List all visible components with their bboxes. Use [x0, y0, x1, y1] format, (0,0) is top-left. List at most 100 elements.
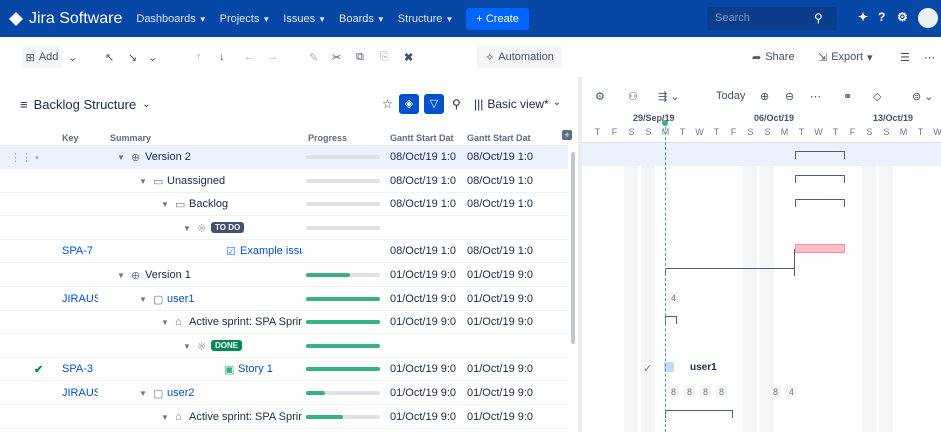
- nav-issues[interactable]: Issues ▼: [283, 13, 326, 25]
- gantt-group-bar[interactable]: [795, 199, 845, 207]
- gantt-start-cell[interactable]: 01/Oct/19 9:0: [390, 363, 460, 375]
- drag-handle-icon[interactable]: ⋮⋮ •: [10, 151, 39, 164]
- gantt-start-cell[interactable]: 01/Oct/19 9:0: [467, 387, 537, 399]
- chevron-down-icon[interactable]: ▼: [117, 271, 125, 280]
- filter-icon[interactable]: ▽: [424, 94, 444, 114]
- today-button[interactable]: Today: [716, 90, 745, 102]
- chevron-down-icon[interactable]: ▼: [183, 224, 191, 233]
- structure-title[interactable]: ≡ Backlog Structure ⌄: [20, 97, 151, 112]
- move-down-icon[interactable]: ↓: [219, 46, 225, 68]
- zoom-in-icon[interactable]: ⊕: [760, 90, 769, 103]
- gantt-group-bar[interactable]: [665, 410, 733, 418]
- cut-icon[interactable]: ✂: [332, 46, 341, 68]
- gantt-start-cell[interactable]: 08/Oct/19 1:0: [390, 245, 460, 257]
- issue-key[interactable]: SPA-7: [62, 245, 98, 257]
- gantt-start-cell[interactable]: 01/Oct/19 9:0: [467, 363, 537, 375]
- resources-icon[interactable]: ⚇: [628, 90, 638, 103]
- table-row[interactable]: ▼ ▭ Unassigned 08/Oct/19 1:0 08/Oct/19 1:0: [0, 169, 568, 193]
- table-row[interactable]: ▼ ⌂ Active sprint: SPA Sprir 01/Oct/19 9:0 0…: [0, 405, 568, 429]
- export-button[interactable]: ⇲ Export ▾: [818, 46, 873, 68]
- table-row[interactable]: ▼ ※ DONE: [0, 334, 568, 358]
- chevron-down-icon[interactable]: ▼: [139, 177, 147, 186]
- gantt-start-cell[interactable]: 01/Oct/19 9:0: [390, 316, 460, 328]
- table-row[interactable]: SPA-7 ☑ Example issu 08/Oct/19 1:0 08/Oct/19…: [0, 239, 568, 264]
- column-header-key[interactable]: Key: [62, 133, 79, 143]
- nav-structure[interactable]: Structure ▼: [398, 13, 454, 25]
- row-summary[interactable]: Story 1: [238, 363, 302, 375]
- outdent-icon[interactable]: ↘: [128, 46, 137, 68]
- gantt-settings-icon[interactable]: ⚙: [595, 90, 605, 103]
- gantt-group-bar[interactable]: [795, 151, 845, 159]
- avatar[interactable]: [918, 8, 938, 28]
- gantt-group-bar[interactable]: [795, 175, 845, 183]
- move-dropdown[interactable]: ⌄: [148, 46, 157, 68]
- more-icon[interactable]: ⋯: [924, 46, 935, 68]
- remove-icon[interactable]: ✖: [404, 46, 413, 68]
- gantt-start-cell[interactable]: 01/Oct/19 9:0: [467, 411, 537, 423]
- table-row[interactable]: ▼ ⊕ Version 1 01/Oct/19 9:0 01/Oct/19 9:0: [0, 263, 568, 287]
- column-header-gantt-start-2[interactable]: Gantt Start Dat: [467, 133, 537, 143]
- gantt-start-cell[interactable]: 08/Oct/19 1:0: [467, 175, 537, 187]
- table-row[interactable]: ▼ ⌂ Active sprint: SPA Sprir 01/Oct/19 9:0 0…: [0, 310, 568, 335]
- automation-button[interactable]: ✧ Automation: [477, 46, 562, 68]
- gantt-start-cell[interactable]: 08/Oct/19 1:0: [467, 198, 537, 210]
- row-summary[interactable]: user2: [167, 387, 302, 399]
- add-column-icon[interactable]: +: [562, 130, 572, 140]
- table-row[interactable]: ✔ SPA-3 ▣ Story 1 01/Oct/19 9:0 01/Oct/19 9:0: [0, 357, 568, 382]
- gantt-start-cell[interactable]: 08/Oct/19 1:0: [390, 198, 460, 210]
- share-button[interactable]: ➦ Share: [752, 46, 795, 68]
- add-button[interactable]: ⊞ Add: [22, 46, 62, 68]
- gantt-start-cell[interactable]: 01/Oct/19 9:0: [390, 411, 460, 423]
- gantt-start-cell[interactable]: 08/Oct/19 1:0: [390, 175, 460, 187]
- gantt-start-cell[interactable]: 01/Oct/19 9:0: [467, 269, 537, 281]
- copy-icon[interactable]: ⧉: [356, 46, 364, 68]
- nav-dashboards[interactable]: Dashboards ▼: [136, 13, 206, 25]
- table-row[interactable]: ⋮⋮ • ▼ ⊕ Version 2 08/Oct/19 1:0 08/Oct/19 1:…: [0, 145, 568, 169]
- table-row[interactable]: JIRAUS ▼ ▢ user2 01/Oct/19 9:0 01/Oct/19 9:0: [0, 381, 568, 405]
- chevron-down-icon[interactable]: ▼: [117, 153, 125, 162]
- column-header-summary[interactable]: Summary: [110, 133, 151, 143]
- row-summary[interactable]: user1: [167, 293, 302, 305]
- gantt-start-cell[interactable]: 01/Oct/19 9:0: [390, 269, 460, 281]
- jira-logo[interactable]: Jira Software: [8, 10, 122, 28]
- chevron-down-icon[interactable]: ▼: [161, 413, 169, 422]
- gantt-start-cell[interactable]: 08/Oct/19 1:0: [390, 151, 460, 163]
- zoom-out-icon[interactable]: ⊖: [785, 90, 794, 103]
- paste-icon[interactable]: ⎘: [380, 46, 389, 68]
- issue-key[interactable]: SPA-3: [62, 363, 98, 375]
- milestone-icon[interactable]: ◇: [873, 90, 881, 103]
- move-up-icon[interactable]: ↑: [196, 46, 202, 68]
- layers-icon[interactable]: ◈: [399, 94, 419, 114]
- chevron-down-icon[interactable]: ▼: [139, 295, 147, 304]
- row-summary[interactable]: Example issu: [240, 245, 302, 257]
- issue-key[interactable]: JIRAUS: [62, 293, 98, 305]
- column-header-gantt-start-1[interactable]: Gantt Start Dat: [390, 133, 460, 143]
- nav-projects[interactable]: Projects ▼: [220, 13, 271, 25]
- link-icon[interactable]: ⚭: [843, 90, 852, 103]
- nav-boards[interactable]: Boards ▼: [339, 13, 385, 25]
- baseline-icon[interactable]: ⊜ ⌄: [912, 90, 934, 103]
- help-icon[interactable]: ?: [878, 10, 885, 24]
- indent-icon[interactable]: ↖: [105, 46, 114, 68]
- gantt-start-cell[interactable]: 01/Oct/19 9:0: [390, 293, 460, 305]
- create-button[interactable]: + Create: [466, 7, 529, 30]
- view-selector[interactable]: ||| Basic view* ⌄: [474, 97, 561, 111]
- chevron-down-icon[interactable]: ▼: [183, 342, 191, 351]
- column-header-progress[interactable]: Progress: [308, 133, 347, 143]
- vertical-scrollbar[interactable]: [571, 152, 575, 344]
- gantt-task-bar[interactable]: [795, 244, 845, 253]
- chevron-down-icon[interactable]: ▼: [161, 318, 169, 327]
- edit-icon[interactable]: ✎: [309, 46, 318, 68]
- chevron-down-icon[interactable]: ▼: [139, 389, 147, 398]
- move-left-icon[interactable]: ←: [244, 46, 255, 68]
- gantt-start-cell[interactable]: 01/Oct/19 9:0: [390, 387, 460, 399]
- gantt-start-cell[interactable]: 08/Oct/19 1:0: [467, 151, 537, 163]
- move-right-icon[interactable]: →: [267, 46, 278, 68]
- gantt-start-cell[interactable]: 08/Oct/19 1:0: [467, 245, 537, 257]
- gantt-start-cell[interactable]: 01/Oct/19 9:0: [467, 316, 537, 328]
- panel-layout-icon[interactable]: ☰: [900, 46, 910, 68]
- gear-icon[interactable]: ⚙: [897, 10, 908, 24]
- search-icon[interactable]: ⚲: [814, 11, 823, 25]
- grouping-icon[interactable]: ⇶ ⌄: [658, 90, 680, 103]
- issue-key[interactable]: JIRAUS: [62, 387, 98, 399]
